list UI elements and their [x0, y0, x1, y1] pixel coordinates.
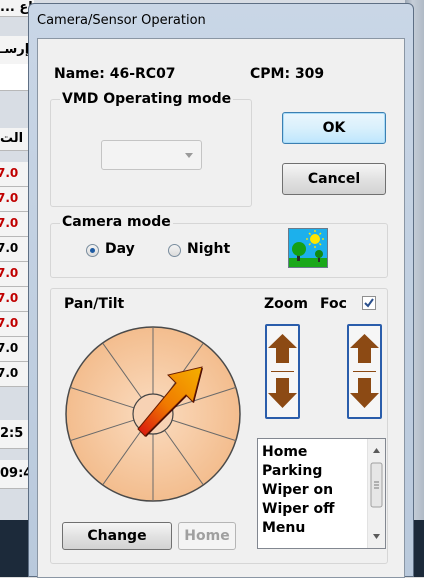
camera-mode-label: Camera mode [60, 214, 173, 230]
bg-strip-text: إرسـ [0, 42, 30, 57]
bg-time: 2:5 [0, 426, 24, 441]
arrow-up-icon [350, 334, 379, 363]
arrow-down-icon [350, 378, 379, 408]
focus-label: Foc [320, 296, 347, 312]
scroll-up-icon [373, 448, 380, 453]
bg-number: 7.0 [0, 216, 19, 230]
bg-number: 7.0 [0, 316, 19, 330]
bg-number: 7.0 [0, 191, 19, 205]
bg-strip-text: الت [0, 131, 24, 146]
day-scene-icon [288, 228, 328, 268]
scroll-down-icon [373, 534, 380, 539]
arrow-up-icon [268, 334, 297, 363]
checkmark-icon [364, 298, 374, 308]
preset-listbox[interactable]: Home Parking Wiper on Wiper off Menu [257, 438, 386, 549]
ok-button[interactable]: OK [282, 112, 386, 144]
night-radio-label: Night [187, 241, 231, 257]
home-button[interactable]: Home [178, 522, 236, 550]
vmd-label: VMD Operating mode [60, 91, 234, 107]
bg-number: 7.0 [0, 341, 19, 355]
day-radio[interactable] [86, 244, 99, 257]
window-title: Camera/Sensor Operation [37, 13, 206, 28]
day-radio-label: Day [105, 241, 135, 257]
focus-near-button[interactable] [349, 372, 380, 417]
camera-sensor-dialog: Camera/Sensor Operation Name: 46-RC07 CP… [28, 3, 414, 578]
preset-item[interactable]: Parking [262, 463, 322, 479]
preset-item[interactable]: Wiper on [262, 482, 333, 498]
preset-scrollbar[interactable] [367, 439, 385, 548]
bg-number: 7.0 [0, 266, 19, 280]
focus-control [347, 324, 382, 419]
bg-number: 7.0 [0, 166, 19, 180]
arrow-down-icon [268, 378, 297, 408]
scrollbar-graphic [370, 448, 383, 539]
focus-auto-checkbox[interactable] [362, 296, 376, 310]
zoom-in-button[interactable] [267, 326, 298, 371]
change-button[interactable]: Change [62, 522, 172, 550]
zoom-control [265, 324, 300, 419]
preset-item[interactable]: Menu [262, 520, 305, 536]
cpm-label: CPM: 309 [250, 66, 325, 82]
preset-item[interactable]: Wiper off [262, 501, 335, 517]
chevron-down-icon [185, 153, 193, 158]
bg-number: 7.0 [0, 291, 19, 305]
pan-tilt-dial[interactable] [62, 323, 244, 505]
cancel-button[interactable]: Cancel [282, 163, 386, 195]
preset-item[interactable]: Home [262, 444, 307, 460]
vmd-mode-select[interactable] [101, 140, 202, 170]
title-bar[interactable]: Camera/Sensor Operation [29, 4, 413, 38]
dialog-client-area: Name: 46-RC07 CPM: 309 VMD Operating mod… [37, 38, 405, 578]
pan-tilt-label: Pan/Tilt [64, 296, 125, 312]
focus-far-button[interactable] [349, 326, 380, 371]
zoom-label: Zoom [264, 296, 308, 312]
bg-number: 7.0 [0, 366, 19, 380]
night-radio[interactable] [168, 244, 181, 257]
bg-number: 7.0 [0, 241, 19, 255]
zoom-out-button[interactable] [267, 372, 298, 417]
camera-name-label: Name: 46-RC07 [54, 66, 176, 82]
